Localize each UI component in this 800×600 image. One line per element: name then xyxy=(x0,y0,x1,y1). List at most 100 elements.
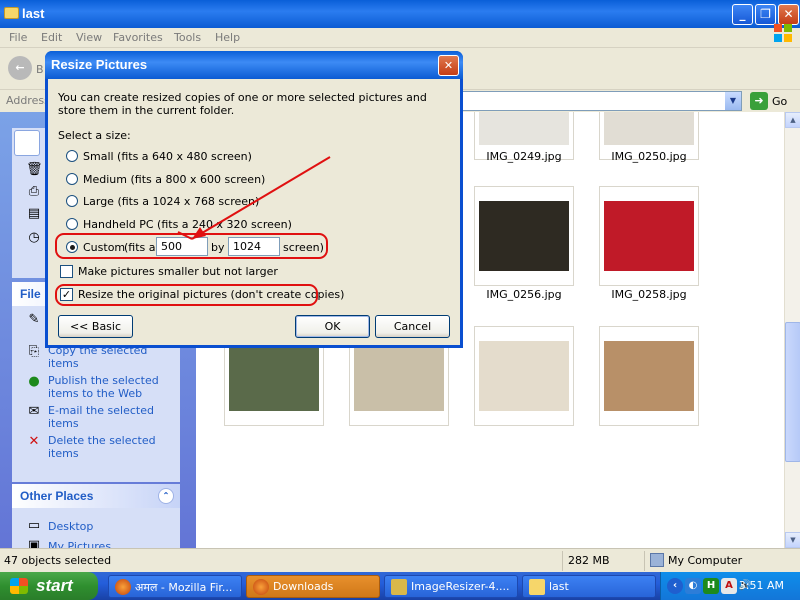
slideshow-icon: ◷ xyxy=(28,230,40,245)
start-label: start xyxy=(36,576,73,595)
thumbnail-image xyxy=(354,341,444,411)
place-my-pictures[interactable]: My Pictures xyxy=(48,540,173,548)
installer-icon xyxy=(391,579,407,595)
other-places-title: Other Places xyxy=(20,489,94,503)
other-places-panel: Other Places ⌃ ▭ Desktop ▣ My Pictures xyxy=(12,484,180,548)
thumbnail-caption[interactable]: IMG_0256.jpg xyxy=(459,288,589,301)
firefox-icon xyxy=(115,579,131,595)
dialog-titlebar: Resize Pictures ✕ xyxy=(45,51,463,79)
scrollbar-thumb[interactable] xyxy=(785,322,800,462)
my-pictures-icon: ▣ xyxy=(27,538,41,548)
menu-view[interactable]: View xyxy=(76,31,102,44)
vertical-scrollbar[interactable]: ▲ ▼ xyxy=(784,112,800,548)
chevron-down-icon[interactable]: ▼ xyxy=(725,92,741,110)
window-titlebar: last _ ❐ ✕ xyxy=(0,0,800,28)
other-places-header[interactable]: Other Places ⌃ xyxy=(12,484,180,508)
collapse-chevron-icon[interactable]: ⌃ xyxy=(158,488,174,504)
task-publish-selected[interactable]: Publish the selected items to the Web xyxy=(48,374,173,400)
order-icon: ▤ xyxy=(27,206,41,221)
windows-logo-icon xyxy=(774,24,792,42)
scroll-down-icon[interactable]: ▼ xyxy=(785,532,800,548)
go-arrow-icon: ➜ xyxy=(750,92,768,110)
dialog-intro: You can create resized copies of one or … xyxy=(58,91,427,117)
status-size: 282 MB xyxy=(568,554,610,567)
menu-favorites[interactable]: Favorites xyxy=(113,31,163,44)
thumbnail-image xyxy=(479,112,569,145)
dialog-title: Resize Pictures xyxy=(51,57,148,72)
rename-icon: ✎ xyxy=(28,312,40,327)
taskbar-item-downloads[interactable]: Downloads xyxy=(246,575,380,598)
folder-icon xyxy=(4,7,19,19)
radio-small[interactable] xyxy=(66,150,78,162)
place-desktop[interactable]: Desktop xyxy=(48,520,173,533)
thumbnail[interactable] xyxy=(599,326,699,426)
ok-button[interactable]: OK xyxy=(295,315,370,338)
clock: 3:51 AM xyxy=(738,579,784,592)
picture-tasks-icon xyxy=(14,130,40,156)
taskbar-item-firefox[interactable]: अमल - Mozilla Fir... xyxy=(108,575,242,598)
thumbnail-image xyxy=(479,201,569,271)
menu-help[interactable]: Help xyxy=(215,31,240,44)
globe-icon: ● xyxy=(28,374,40,389)
taskbar-item-label: अमल - Mozilla Fir... xyxy=(135,581,233,594)
print-icon: ⎙ xyxy=(28,184,40,199)
task-delete-selected[interactable]: Delete the selected items xyxy=(48,434,173,460)
tray-language-icon[interactable]: A xyxy=(721,578,737,594)
option-handheld-label[interactable]: Handheld PC (fits a 240 x 320 screen) xyxy=(83,218,292,231)
thumbnail-caption[interactable]: IMG_0258.jpg xyxy=(584,288,714,301)
menu-file[interactable]: File xyxy=(9,31,27,44)
task-email-selected[interactable]: E-mail the selected items xyxy=(48,404,173,430)
thumbnail[interactable] xyxy=(474,186,574,286)
trash-icon: 🗑 xyxy=(26,162,43,177)
resize-original-highlight xyxy=(55,284,318,306)
radio-handheld[interactable] xyxy=(66,218,78,230)
taskbar: start अमल - Mozilla Fir... Downloads Ima… xyxy=(0,572,800,600)
thumbnail-image xyxy=(604,112,694,145)
size-prompt: Select a size: xyxy=(58,129,131,142)
thumbnail-caption[interactable]: IMG_0249.jpg xyxy=(459,150,589,163)
copy-icon: ⎘ xyxy=(28,344,40,359)
basic-button[interactable]: << Basic xyxy=(58,315,133,338)
taskbar-item-imageresizer[interactable]: ImageResizer-4.... xyxy=(384,575,518,598)
option-small-label[interactable]: Small (fits a 640 x 480 screen) xyxy=(83,150,252,163)
thumbnail-image xyxy=(479,341,569,411)
status-location: My Computer xyxy=(668,554,743,567)
back-button[interactable]: ← xyxy=(8,56,32,80)
email-icon: ✉ xyxy=(28,404,40,419)
window-title: last xyxy=(22,6,45,21)
cancel-button[interactable]: Cancel xyxy=(375,315,450,338)
smaller-not-larger-label[interactable]: Make pictures smaller but not larger xyxy=(78,265,278,278)
thumbnail-image xyxy=(604,201,694,271)
scroll-up-icon[interactable]: ▲ xyxy=(785,112,800,128)
thumbnail-image xyxy=(229,341,319,411)
go-button[interactable]: ➜ Go xyxy=(748,91,796,111)
thumbnail[interactable] xyxy=(599,186,699,286)
radio-medium[interactable] xyxy=(66,173,78,185)
option-medium-label[interactable]: Medium (fits a 800 x 600 screen) xyxy=(83,173,265,186)
taskbar-item-last[interactable]: last xyxy=(522,575,656,598)
status-selected-count: 47 objects selected xyxy=(4,554,112,567)
thumbnail-caption[interactable]: IMG_0250.jpg xyxy=(584,150,714,163)
tray-h-icon[interactable]: H xyxy=(703,578,719,594)
address-field[interactable]: ▼ xyxy=(462,91,742,111)
tray-arrow-icon[interactable]: ‹ xyxy=(667,578,683,594)
delete-icon: ✕ xyxy=(28,434,40,449)
menu-edit[interactable]: Edit xyxy=(41,31,62,44)
menu-tools[interactable]: Tools xyxy=(174,31,201,44)
option-large-label[interactable]: Large (fits a 1024 x 768 screen) xyxy=(83,195,259,208)
taskbar-item-label: last xyxy=(549,580,569,593)
taskbar-item-label: Downloads xyxy=(273,580,334,593)
minimize-button[interactable]: _ xyxy=(732,4,753,25)
radio-large[interactable] xyxy=(66,195,78,207)
system-tray: ‹ ◐ H A 🔊 3:51 AM xyxy=(660,572,800,600)
windows-flag-icon xyxy=(10,578,28,594)
thumbnail[interactable] xyxy=(474,326,574,426)
smaller-not-larger-checkbox[interactable] xyxy=(60,265,73,278)
dialog-close-button[interactable]: ✕ xyxy=(438,55,459,76)
desktop-icon: ▭ xyxy=(27,518,41,533)
firefox-icon xyxy=(253,579,269,595)
status-bar: 47 objects selected 282 MB My Computer xyxy=(0,548,800,572)
start-button[interactable]: start xyxy=(0,572,98,600)
address-label: Address xyxy=(6,94,50,107)
tray-network-icon[interactable]: ◐ xyxy=(685,578,701,594)
